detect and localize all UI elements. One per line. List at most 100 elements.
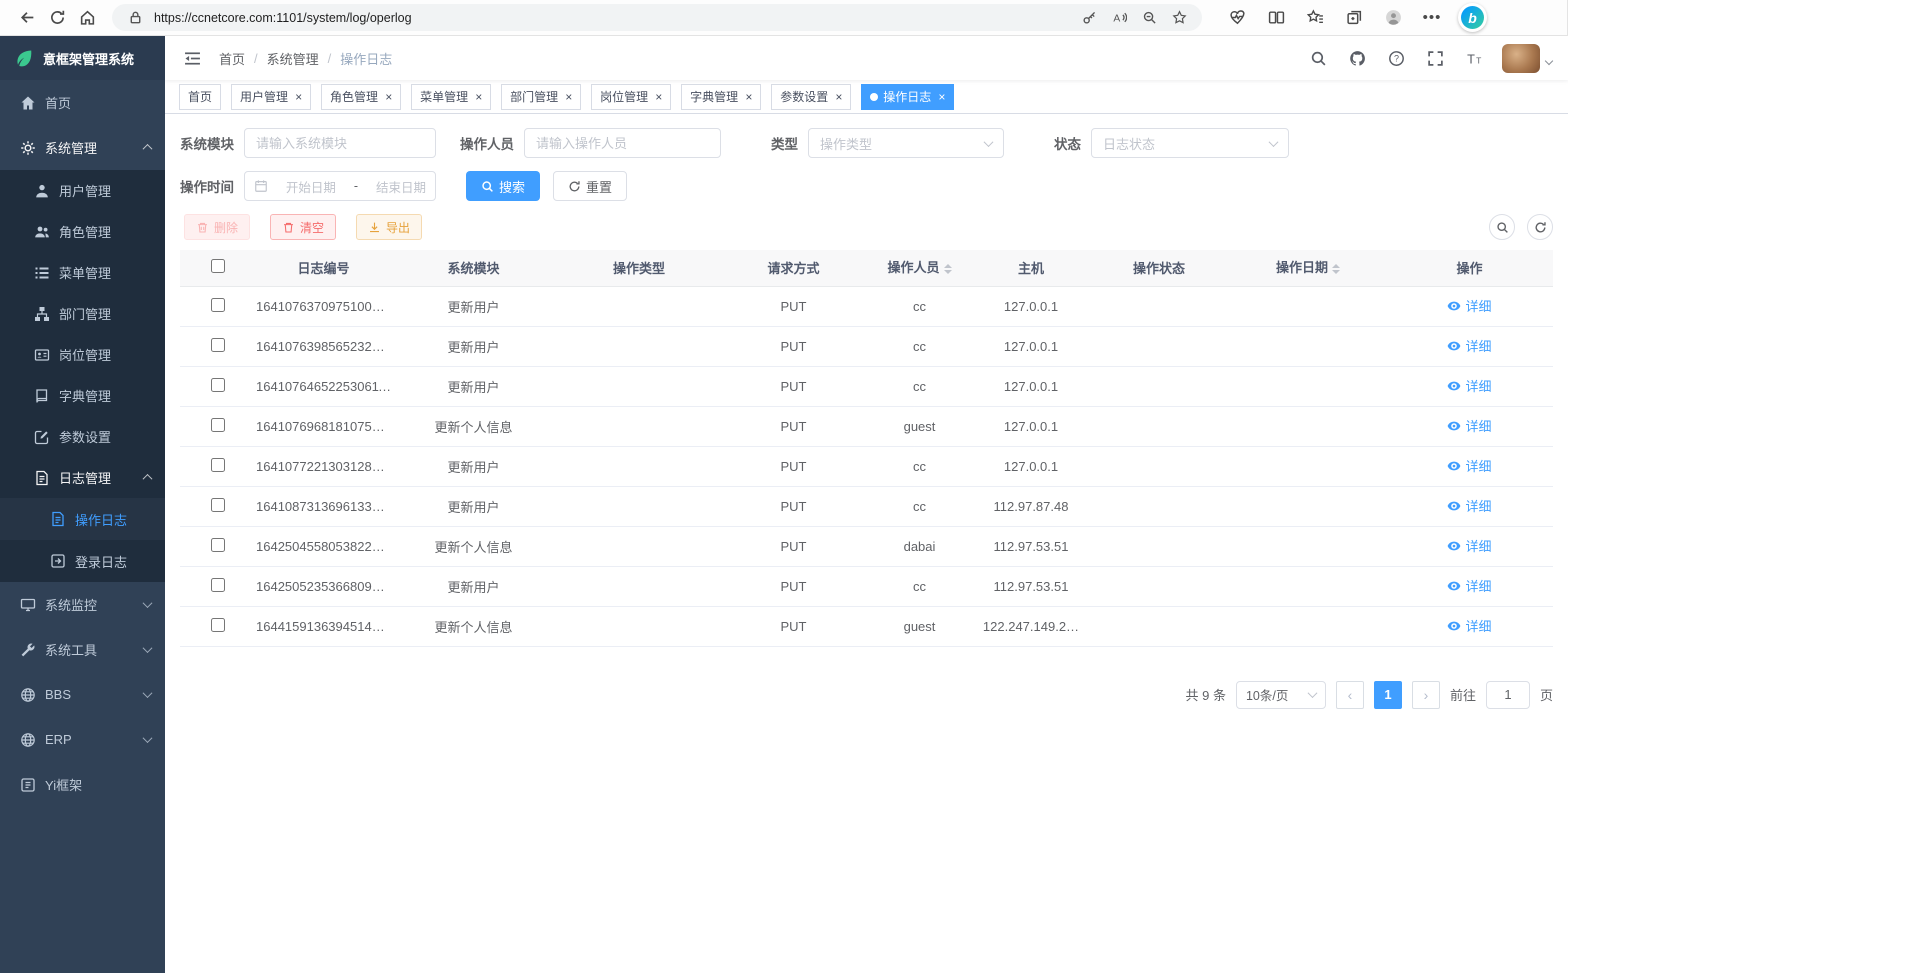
read-aloud-icon[interactable]: A bbox=[1108, 7, 1130, 29]
select-all-checkbox[interactable] bbox=[211, 259, 225, 273]
sidebar-item-param-settings[interactable]: 参数设置 bbox=[0, 416, 165, 457]
export-button[interactable]: 导出 bbox=[356, 214, 422, 240]
page-number-1[interactable]: 1 bbox=[1374, 681, 1402, 709]
row-checkbox[interactable] bbox=[211, 538, 225, 552]
row-checkbox[interactable] bbox=[211, 498, 225, 512]
tab-item[interactable]: 参数设置 × bbox=[771, 84, 851, 110]
row-checkbox[interactable] bbox=[211, 298, 225, 312]
font-size-button[interactable]: TT bbox=[1463, 47, 1485, 69]
row-checkbox[interactable] bbox=[211, 458, 225, 472]
date-range-picker[interactable]: 开始日期 - 结束日期 bbox=[244, 171, 436, 201]
detail-link[interactable]: 详细 bbox=[1447, 536, 1491, 555]
detail-link[interactable]: 详细 bbox=[1447, 296, 1491, 315]
sort-icon[interactable] bbox=[944, 260, 952, 278]
sidebar-item-system-tools[interactable]: 系统工具 bbox=[0, 627, 165, 672]
sidebar-item-login-log[interactable]: 登录日志 bbox=[0, 540, 165, 582]
show-search-button[interactable] bbox=[1489, 214, 1515, 240]
sidebar-item-yi-framework[interactable]: Yi框架 bbox=[0, 762, 165, 807]
more-options-button[interactable]: ••• bbox=[1419, 4, 1445, 32]
table-row[interactable]: 1644159136394514432 更新个人信息 PUT guest 122… bbox=[180, 606, 1553, 646]
header-search-button[interactable] bbox=[1307, 47, 1329, 69]
sidebar-item-system-monitor[interactable]: 系统监控 bbox=[0, 582, 165, 627]
detail-link[interactable]: 详细 bbox=[1447, 576, 1491, 595]
user-menu[interactable] bbox=[1502, 44, 1552, 73]
detail-link[interactable]: 详细 bbox=[1447, 376, 1491, 395]
clear-button[interactable]: 清空 bbox=[270, 214, 336, 240]
table-row[interactable]: 1641076370975100928 更新用户 PUT cc 127.0.0.… bbox=[180, 286, 1553, 326]
sidebar-item-post-management[interactable]: 岗位管理 bbox=[0, 334, 165, 375]
tab-close-icon[interactable]: × bbox=[745, 91, 752, 103]
sidebar-item-dept-management[interactable]: 部门管理 bbox=[0, 293, 165, 334]
url-text[interactable]: https://ccnetcore.com:1101/system/log/op… bbox=[154, 11, 1070, 25]
back-button[interactable] bbox=[12, 4, 42, 32]
sidebar-item-log-management[interactable]: 日志管理 bbox=[0, 457, 165, 498]
tab-item[interactable]: 操作日志 × bbox=[861, 84, 954, 110]
table-row[interactable]: 1641076968181075968 更新个人信息 PUT guest 127… bbox=[180, 406, 1553, 446]
sidebar-item-dict-management[interactable]: 字典管理 bbox=[0, 375, 165, 416]
goto-page-input[interactable] bbox=[1486, 681, 1530, 709]
sidebar-item-system-management[interactable]: 系统管理 bbox=[0, 125, 165, 170]
detail-link[interactable]: 详细 bbox=[1447, 416, 1491, 435]
table-row[interactable]: 1642505235366809600 更新用户 PUT cc 112.97.5… bbox=[180, 566, 1553, 606]
tab-close-icon[interactable]: × bbox=[655, 91, 662, 103]
tab-close-icon[interactable]: × bbox=[475, 91, 482, 103]
prev-page-button[interactable]: ‹ bbox=[1336, 681, 1364, 709]
detail-link[interactable]: 详细 bbox=[1447, 496, 1491, 515]
github-button[interactable] bbox=[1346, 47, 1368, 69]
profile-button[interactable] bbox=[1380, 4, 1406, 32]
row-checkbox[interactable] bbox=[211, 418, 225, 432]
refresh-table-button[interactable] bbox=[1527, 214, 1553, 240]
tab-item[interactable]: 字典管理 × bbox=[681, 84, 761, 110]
lock-icon[interactable] bbox=[124, 7, 146, 29]
tab-close-icon[interactable]: × bbox=[385, 91, 392, 103]
tab-item[interactable]: 角色管理 × bbox=[321, 84, 401, 110]
col-operator[interactable]: 操作人员 bbox=[865, 250, 974, 286]
tab-item[interactable]: 首页 bbox=[179, 84, 221, 110]
col-date[interactable]: 操作日期 bbox=[1230, 250, 1386, 286]
sidebar-item-erp[interactable]: ERP bbox=[0, 717, 165, 762]
tab-item[interactable]: 菜单管理 × bbox=[411, 84, 491, 110]
row-checkbox[interactable] bbox=[211, 618, 225, 632]
sidebar-item-role-management[interactable]: 角色管理 bbox=[0, 211, 165, 252]
tab-item[interactable]: 部门管理 × bbox=[501, 84, 581, 110]
detail-link[interactable]: 详细 bbox=[1447, 336, 1491, 355]
sidebar-item-home[interactable]: 首页 bbox=[0, 80, 165, 125]
type-select[interactable]: 操作类型 bbox=[808, 128, 1004, 158]
reset-button[interactable]: 重置 bbox=[553, 171, 627, 201]
address-bar[interactable]: https://ccnetcore.com:1101/system/log/op… bbox=[112, 4, 1202, 31]
detail-link[interactable]: 详细 bbox=[1447, 616, 1491, 635]
tab-item[interactable]: 用户管理 × bbox=[231, 84, 311, 110]
table-row[interactable]: 1641076398565232640 更新用户 PUT cc 127.0.0.… bbox=[180, 326, 1553, 366]
page-size-select[interactable]: 10条/页 bbox=[1236, 681, 1326, 709]
module-input[interactable] bbox=[244, 128, 436, 158]
help-button[interactable]: ? bbox=[1385, 47, 1407, 69]
detail-link[interactable]: 详细 bbox=[1447, 456, 1491, 475]
breadcrumb-item[interactable]: 系统管理 bbox=[267, 49, 319, 68]
next-page-button[interactable]: › bbox=[1412, 681, 1440, 709]
user-avatar[interactable] bbox=[1502, 44, 1540, 73]
table-row[interactable]: 1642504558053822464 更新个人信息 PUT dabai 112… bbox=[180, 526, 1553, 566]
tab-item[interactable]: 岗位管理 × bbox=[591, 84, 671, 110]
sort-icon[interactable] bbox=[1332, 260, 1340, 278]
sidebar-item-user-management[interactable]: 用户管理 bbox=[0, 170, 165, 211]
fullscreen-button[interactable] bbox=[1424, 47, 1446, 69]
table-row[interactable]: 1641087313696133120 更新用户 PUT cc 112.97.8… bbox=[180, 486, 1553, 526]
tab-close-icon[interactable]: × bbox=[938, 91, 945, 103]
split-screen-button[interactable] bbox=[1263, 4, 1289, 32]
password-key-icon[interactable] bbox=[1078, 7, 1100, 29]
row-checkbox[interactable] bbox=[211, 578, 225, 592]
copilot-bing-button[interactable]: b bbox=[1458, 3, 1487, 32]
operator-input[interactable] bbox=[524, 128, 721, 158]
breadcrumb-item[interactable]: 首页 bbox=[219, 49, 245, 68]
sidebar-item-menu-management[interactable]: 菜单管理 bbox=[0, 252, 165, 293]
table-row[interactable]: 1641076465225306112 更新用户 PUT cc 127.0.0.… bbox=[180, 366, 1553, 406]
table-row[interactable]: 1641077221303128064 更新用户 PUT cc 127.0.0.… bbox=[180, 446, 1553, 486]
status-select[interactable]: 日志状态 bbox=[1091, 128, 1289, 158]
tab-close-icon[interactable]: × bbox=[295, 91, 302, 103]
row-checkbox[interactable] bbox=[211, 338, 225, 352]
tab-close-icon[interactable]: × bbox=[565, 91, 572, 103]
row-checkbox[interactable] bbox=[211, 378, 225, 392]
sidebar-toggle-button[interactable] bbox=[181, 47, 203, 69]
browser-essentials-button[interactable] bbox=[1224, 4, 1250, 32]
search-button[interactable]: 搜索 bbox=[466, 171, 540, 201]
